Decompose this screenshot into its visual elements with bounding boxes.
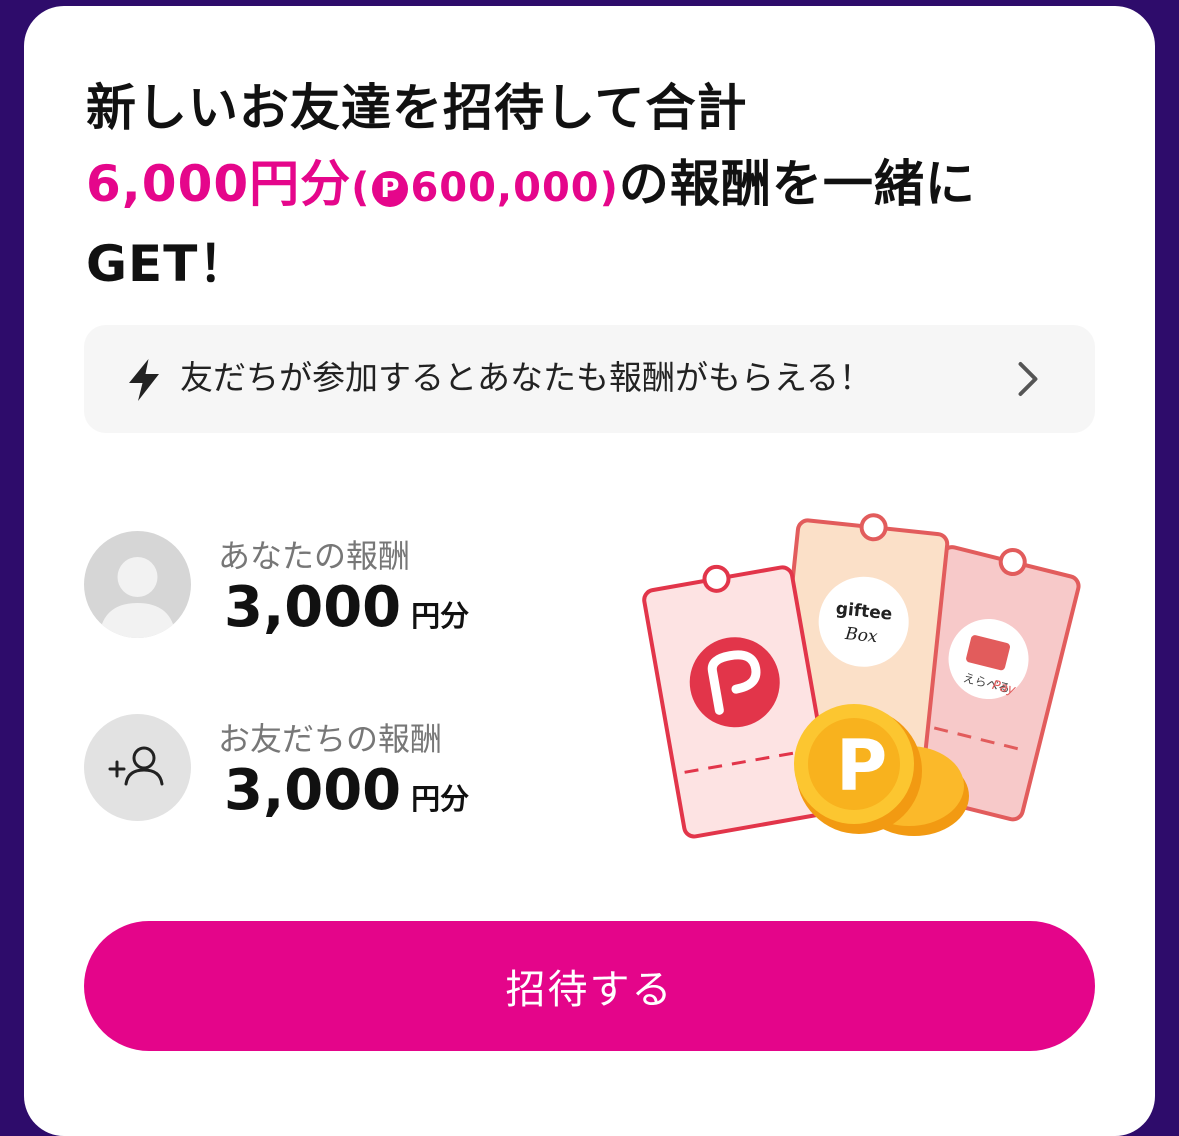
reward-label: あなたの報酬: [218, 537, 411, 575]
lightning-icon: [129, 359, 159, 401]
paren-open: (: [351, 165, 371, 211]
point-icon: P: [372, 171, 409, 207]
invite-button[interactable]: 招待する: [84, 921, 1095, 1051]
headline: 新しいお友達を招待して合計 6,000円分(P 600,000)の報酬を一緒に G…: [86, 70, 1106, 302]
invite-card: 新しいお友達を招待して合計 6,000円分(P 600,000)の報酬を一緒に G…: [24, 6, 1155, 1136]
paren-close: ): [599, 165, 619, 211]
svg-text:P: P: [836, 725, 887, 807]
reward-tickets-illustration: えらべる Pay giftee Box P: [642, 513, 1081, 839]
reward-amount-unit: 円分: [411, 599, 470, 633]
info-banner[interactable]: 友だちが参加するとあなたも報酬がもらえる！: [84, 325, 1095, 433]
headline-line-1: 新しいお友達を招待して合計: [86, 79, 748, 137]
svg-text:Box: Box: [843, 624, 879, 647]
reward-amount-value: 3,000: [224, 758, 402, 823]
headline-rest: の報酬を一緒に: [618, 155, 976, 213]
banner-text: 友だちが参加するとあなたも報酬がもらえる！: [180, 358, 873, 397]
reward-amount-value: 3,000: [224, 575, 402, 640]
reward-amount-unit: 円分: [411, 782, 470, 816]
reward-total-amount: 6,000円分: [86, 155, 352, 213]
reward-points: 600,000: [410, 165, 600, 211]
reward-amount: 3,000 円分: [224, 758, 469, 823]
reward-amount: 3,000 円分: [224, 575, 469, 640]
headline-line-2: 6,000円分(P 600,000)の報酬を一緒に: [86, 146, 1106, 226]
reward-label: お友だちの報酬: [218, 720, 443, 758]
chevron-right-icon: [1018, 362, 1038, 396]
user-avatar-icon: [84, 531, 191, 638]
add-friend-icon: [84, 714, 191, 821]
headline-line-3: GET！: [86, 235, 250, 293]
